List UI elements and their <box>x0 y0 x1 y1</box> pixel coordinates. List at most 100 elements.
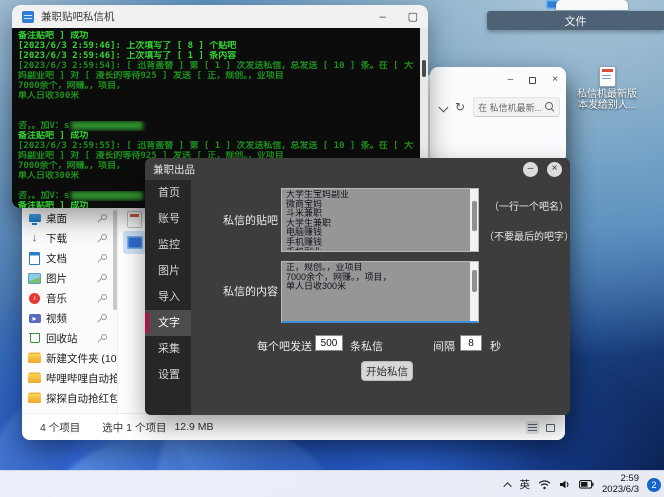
chevron-up-icon[interactable] <box>502 481 512 491</box>
pin-icon <box>99 314 108 323</box>
chevron-down-icon[interactable] <box>438 102 449 112</box>
hint-no-ba-suffix: （不要最后的吧字） <box>484 232 570 243</box>
tab-首页[interactable]: 首页 <box>145 180 191 206</box>
app-file-icon <box>126 236 143 249</box>
sidebar-item-label: 哔哩哔哩自动抢红包 <box>46 372 117 385</box>
file-item-selected[interactable] <box>123 231 146 254</box>
tab-文字[interactable]: 文字 <box>145 310 191 336</box>
send-count-prefix: 每个吧发送 <box>257 341 312 353</box>
hint-one-per-line: （一行一个吧名） <box>489 202 569 213</box>
search-input[interactable]: 在 私信机最新... <box>473 97 560 117</box>
desktop-shortcut[interactable]: 私信机最新版 本发给别人... <box>571 66 643 111</box>
pin-icon <box>99 254 108 263</box>
tab-监控[interactable]: 监控 <box>145 232 191 258</box>
tab-采集[interactable]: 采集 <box>145 336 191 362</box>
desktop-shortcut-label: 私信机最新版 本发给别人... <box>577 89 637 111</box>
document-icon <box>28 252 41 265</box>
thumbnail-view-icon <box>546 423 555 432</box>
minimize-button[interactable]: – <box>379 11 385 23</box>
minimize-button[interactable]: – <box>508 75 514 85</box>
interval-label: 间隔 <box>433 341 455 353</box>
explorer-sidebar-list: 桌面下载文档图片音乐视频回收站新建文件夹 (10) 哔哩哔哩自动抢红包探探自动抢红… <box>22 208 118 413</box>
sidebar-item-recycle[interactable]: 回收站 <box>22 328 117 348</box>
start-private-message-button[interactable]: 开始私信 <box>361 361 413 381</box>
maximize-button[interactable] <box>529 76 537 84</box>
sidebar-item-music[interactable]: 音乐 <box>22 288 117 308</box>
pin-icon <box>99 334 108 343</box>
app-grid-icon <box>22 10 34 23</box>
mini-explorer-toolbar: ↻ 在 私信机最新... <box>430 93 566 121</box>
content-textarea-value: 正，规创。，业项目 7000余个，网赚。，项目， 单人日收300米 <box>286 263 392 292</box>
close-button[interactable]: × <box>547 161 562 177</box>
bars-textarea[interactable]: 大学生宝妈副业 微商宝妈 斗米兼职 大学生兼职 电脑赚钱 手机赚钱 手机副业 <box>281 188 479 252</box>
terminal-line: [2023/6/3 2:59:46]: 上次填写了 [ 1 ] 条内容 <box>18 51 237 61</box>
private-message-app-window: 兼职出品 – × 首页 账号 监控 图片 导入 文字 采集 设置 私信的贴吧 大学生宝妈副业 … <box>145 158 570 415</box>
terminal-titlebar[interactable]: 兼职贴吧私信机 – ▢ <box>12 5 428 28</box>
taskbar: 英 2:59 2023/6/3 2 <box>0 470 664 497</box>
sidebar-item-label: 新建文件夹 (10) <box>46 352 118 365</box>
content-textarea-scrollbar[interactable] <box>470 262 478 321</box>
close-button[interactable]: × <box>552 75 558 85</box>
file-menu-item[interactable]: 文件 <box>565 13 587 29</box>
bars-textarea-scrollbar[interactable] <box>470 189 478 251</box>
scrollbar-thumb[interactable] <box>422 60 426 77</box>
pin-icon <box>99 234 108 243</box>
sidebar-item-label: 视频 <box>46 312 67 325</box>
sidebar-item-desktop[interactable]: 桌面 <box>22 208 117 228</box>
scrollbar-thumb[interactable] <box>471 270 477 292</box>
wifi-icon[interactable] <box>538 479 551 490</box>
ime-indicator[interactable]: 英 <box>520 477 531 492</box>
search-text: 在 私信机最新... <box>478 102 543 113</box>
minimize-button[interactable]: – <box>523 161 538 177</box>
app-titlebar[interactable]: 兼职出品 – × <box>145 158 570 180</box>
terminal-line: 备注贴吧 ] 成功 <box>18 131 89 141</box>
sidebar-item-document[interactable]: 文档 <box>22 248 117 268</box>
sidebar-item-pictures[interactable]: 图片 <box>22 268 117 288</box>
tab-账号[interactable]: 账号 <box>145 206 191 232</box>
tab-设置[interactable]: 设置 <box>145 362 191 388</box>
interval-input[interactable] <box>460 335 482 351</box>
content-textarea[interactable]: 正，规创。，业项目 7000余个，网赚。，项目， 单人日收300米 <box>281 261 479 323</box>
tab-导入[interactable]: 导入 <box>145 284 191 310</box>
sidebar-item-label: 文档 <box>46 252 67 265</box>
pin-icon <box>99 274 108 283</box>
sidebar-item-label: 图片 <box>46 272 67 285</box>
folder-icon <box>28 372 41 385</box>
sidebar-item-folder[interactable]: 哔哩哔哩自动抢红包 <box>22 368 117 388</box>
pin-icon <box>99 214 108 223</box>
speaker-icon[interactable] <box>559 479 571 490</box>
send-count-suffix: 条私信 <box>350 341 383 353</box>
terminal-line: 7000余个，网赚。，项目， <box>18 81 126 91</box>
sidebar-scrollbar[interactable] <box>113 210 117 310</box>
terminal-line: 备注贴吧 ] 成功 <box>18 31 89 41</box>
sidebar-item-folder[interactable]: 探探自动抢红包 <box>22 388 117 408</box>
send-count-input[interactable] <box>315 335 343 351</box>
file-menu-bar[interactable]: 文件 <box>487 11 664 30</box>
desktop-icon <box>28 212 41 225</box>
sidebar-item-folder[interactable]: 新建文件夹 (10) <box>22 348 117 368</box>
pin-icon <box>99 294 108 303</box>
refresh-icon[interactable]: ↻ <box>455 100 465 114</box>
pictures-icon <box>28 272 41 285</box>
sidebar-item-label: 下载 <box>46 232 67 245</box>
list-view-button[interactable] <box>526 421 539 434</box>
thumbnail-view-button[interactable] <box>544 421 557 434</box>
file-item-text-file[interactable] <box>127 211 142 228</box>
battery-icon[interactable] <box>579 480 594 489</box>
mini-explorer-titlebar[interactable]: – × <box>430 67 566 93</box>
date: 2023/6/3 <box>602 483 639 495</box>
clock[interactable]: 2:59 2023/6/3 <box>602 473 640 495</box>
search-icon <box>545 102 555 112</box>
status-selected-size: 12.9 MB <box>174 421 214 433</box>
scrollbar-thumb[interactable] <box>471 201 477 231</box>
time: 2:59 <box>620 473 640 484</box>
terminal-line: 单人日收300米 <box>18 91 80 101</box>
maximize-button[interactable]: ▢ <box>408 10 418 23</box>
censored-blur <box>71 191 144 200</box>
sidebar-item-video[interactable]: 视频 <box>22 308 117 328</box>
tab-图片[interactable]: 图片 <box>145 258 191 284</box>
notification-badge[interactable]: 2 <box>647 477 661 492</box>
app-title: 兼职出品 <box>153 163 195 176</box>
terminal-line: [2023/6/3 2:59:54]: [ 迅背盖替 ] 第 [ 1 ] 次发送… <box>18 61 414 71</box>
sidebar-item-download[interactable]: 下载 <box>22 228 117 248</box>
